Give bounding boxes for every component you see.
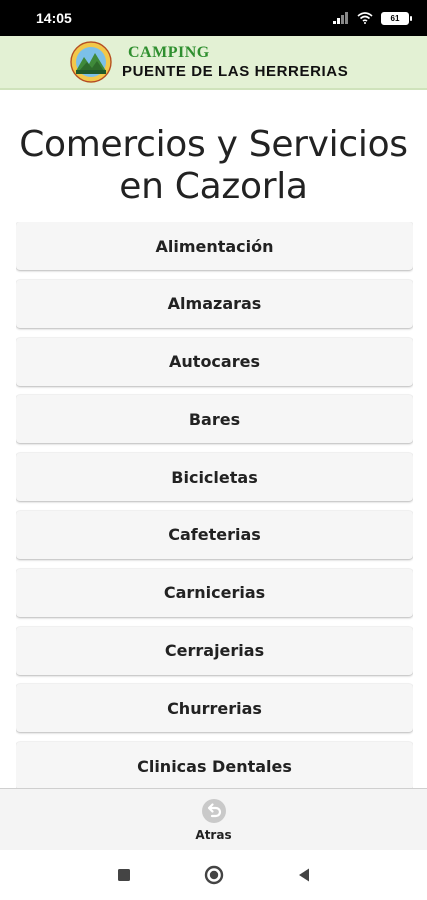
brand-camping: CAMPING [128,44,210,61]
signal-icon [333,12,348,24]
square-icon [117,869,130,881]
back-button[interactable]: Atras [195,798,232,842]
category-list[interactable]: Alimentación Almazaras Autocares Bares B… [16,222,413,788]
system-nav-bar [0,850,427,900]
brand: CAMPING PUENTE DE LAS HERRERIAS [122,44,349,80]
category-item-bicicletas[interactable]: Bicicletas [16,453,413,502]
brand-name: PUENTE DE LAS HERRERIAS [122,63,349,80]
bottom-bar: Atras [0,788,427,850]
category-item-almazaras[interactable]: Almazaras [16,279,413,328]
category-item-carnicerias[interactable]: Carnicerias [16,568,413,617]
system-back-button[interactable] [259,850,349,900]
camping-logo [70,41,112,83]
status-time: 14:05 [36,10,72,26]
home-button[interactable] [169,850,259,900]
wifi-icon [357,12,373,24]
status-icons: 61 [333,11,412,25]
category-item-churrerias[interactable]: Churrerias [16,684,413,733]
app-header: CAMPING PUENTE DE LAS HERRERIAS [0,36,427,90]
page-title-line2: en Cazorla [119,166,308,207]
category-item-cerrajerias[interactable]: Cerrajerias [16,626,413,675]
category-item-clinicas-dentales[interactable]: Clinicas Dentales [16,742,413,788]
category-item-alimentacion[interactable]: Alimentación [16,222,413,270]
circle-icon [204,865,223,885]
page-title: Comercios y Servicios en Cazorla [0,124,427,208]
category-item-bares[interactable]: Bares [16,395,413,444]
category-item-autocares[interactable]: Autocares [16,337,413,386]
category-item-cafeterias[interactable]: Cafeterias [16,510,413,559]
recents-button[interactable] [79,850,169,900]
status-bar: 14:05 61 [0,0,427,36]
battery-level: 61 [390,13,400,23]
triangle-back-icon [298,868,309,882]
back-label: Atras [195,827,232,842]
battery-icon: 61 [381,11,412,25]
back-arrow-icon [201,798,226,823]
page-title-line1: Comercios y Servicios [19,124,408,165]
